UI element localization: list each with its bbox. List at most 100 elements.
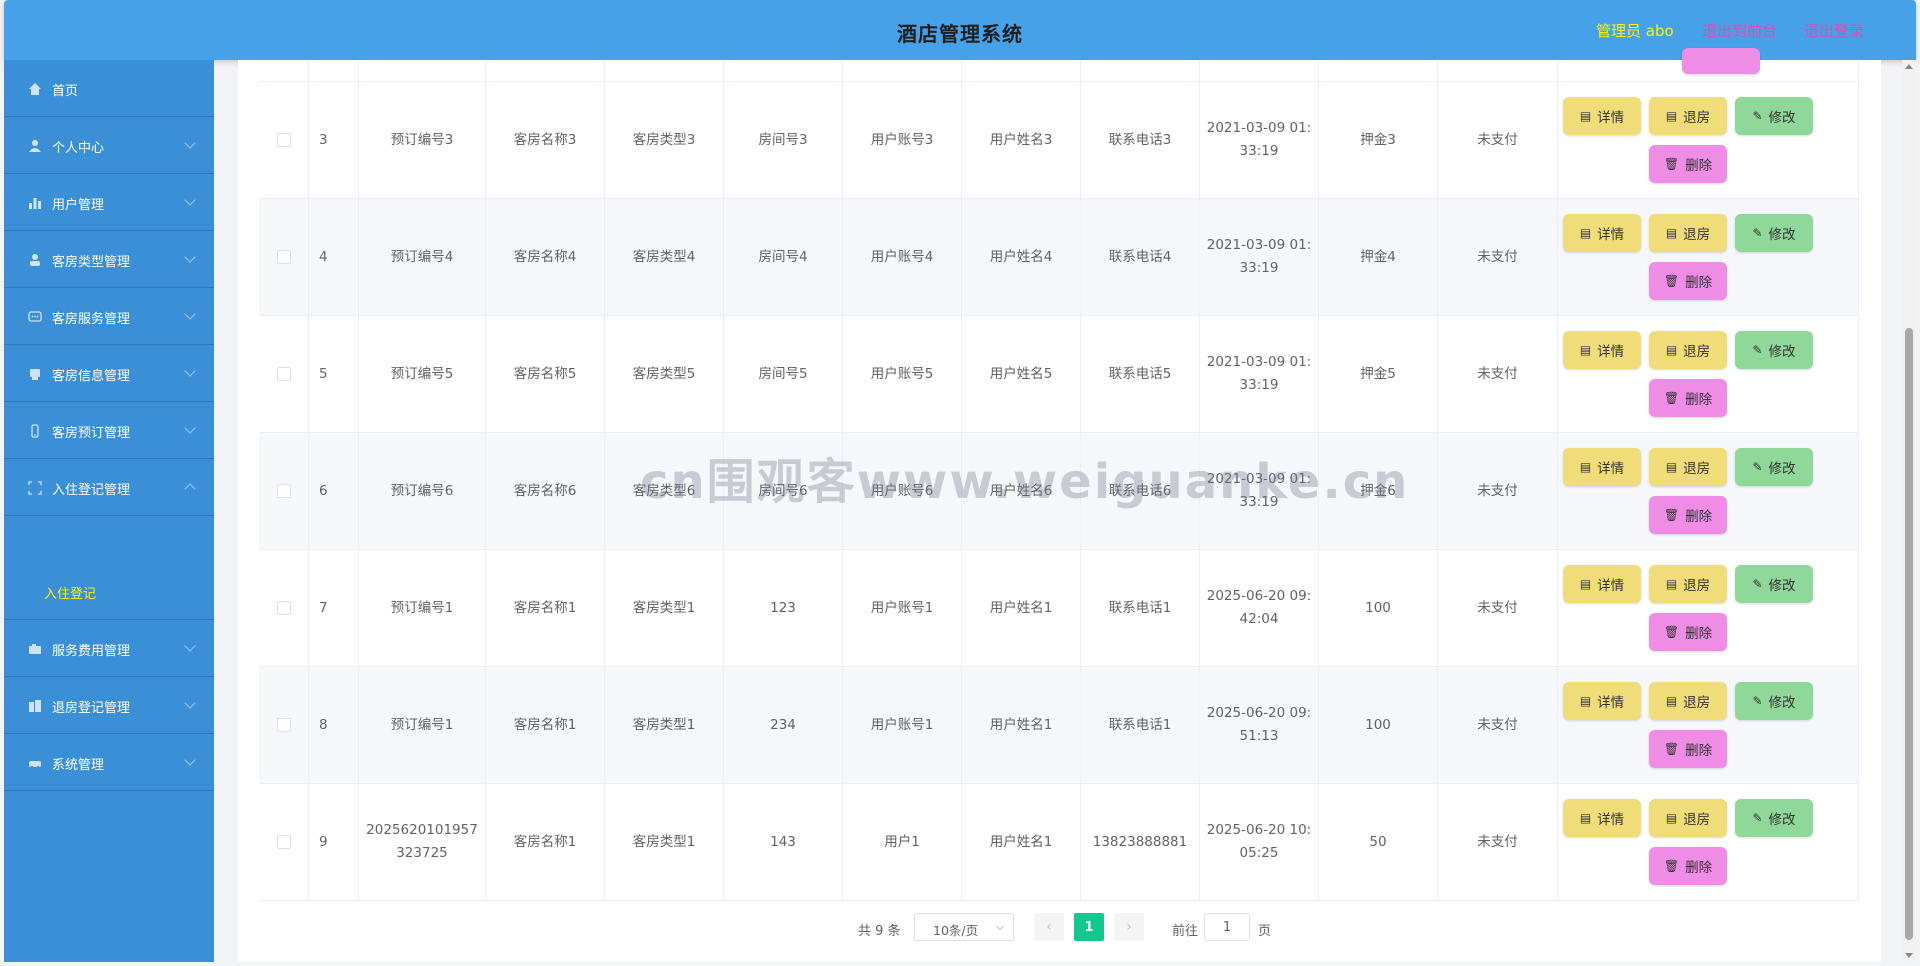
- delete-button[interactable]: 🗑 删除: [1649, 730, 1727, 768]
- room-name-text: 客房名称6: [513, 482, 577, 499]
- goto-page-input[interactable]: 1: [1204, 913, 1250, 941]
- deposit-text: 100: [1365, 716, 1391, 733]
- checkout-button[interactable]: ▤ 退房: [1649, 799, 1727, 837]
- checkbox-cell: [259, 316, 309, 432]
- checkout-button[interactable]: ▤ 退房: [1649, 331, 1727, 369]
- detail-button[interactable]: ▤ 详情: [1563, 214, 1641, 252]
- next-page-button[interactable]: ›: [1114, 913, 1144, 941]
- user-name-cell: 用户姓名1: [962, 550, 1081, 666]
- sidebar-item-label: 客房服务管理: [52, 312, 131, 327]
- chevron-down-icon: [184, 308, 196, 320]
- detail-button[interactable]: ▤ 详情: [1563, 565, 1641, 603]
- edit-button[interactable]: ✎ 修改: [1735, 331, 1813, 369]
- detail-button[interactable]: ▤ 详情: [1563, 682, 1641, 720]
- delete-button[interactable]: 🗑 删除: [1649, 613, 1727, 651]
- sidebar-item-users[interactable]: 用户管理: [4, 174, 214, 231]
- sidebar-item-service-fees[interactable]: 服务费用管理: [4, 620, 214, 677]
- detail-button[interactable]: ▤ 详情: [1563, 331, 1641, 369]
- room-no-cell: 房间号5: [724, 316, 843, 432]
- sidebar-item-room-info[interactable]: 客房信息管理: [4, 345, 214, 402]
- deposit-cell: 押金4: [1319, 199, 1438, 315]
- delete-button-partial[interactable]: [1682, 48, 1760, 74]
- booking-no-cell: 预订编号6: [359, 433, 486, 549]
- index-text: 7: [319, 599, 328, 616]
- deposit-cell: 100: [1319, 550, 1438, 666]
- checkout-button[interactable]: ▤ 退房: [1649, 565, 1727, 603]
- sidebar-item-room-services[interactable]: 客房服务管理: [4, 288, 214, 345]
- sidebar-item-room-booking[interactable]: 客房预订管理: [4, 402, 214, 459]
- scroll-up-icon[interactable]: [1905, 64, 1913, 69]
- trash-icon: 🗑: [1663, 391, 1680, 405]
- checkout-button[interactable]: ▤ 退房: [1649, 448, 1727, 486]
- deposit-cell: 押金3: [1319, 82, 1438, 198]
- edit-button[interactable]: ✎ 修改: [1735, 97, 1813, 135]
- edit-button[interactable]: ✎ 修改: [1735, 799, 1813, 837]
- checkout-button[interactable]: ▤ 退房: [1649, 97, 1727, 135]
- top-header: 酒店管理系统 管理员 abo 退出到前台 退出登录: [4, 0, 1916, 60]
- row-checkbox[interactable]: [276, 835, 291, 849]
- edit-button[interactable]: ✎ 修改: [1735, 682, 1813, 720]
- row-checkbox[interactable]: [276, 484, 291, 498]
- page-size-select[interactable]: 10条/页: [914, 913, 1014, 941]
- scroll-down-icon[interactable]: [1905, 953, 1913, 958]
- delete-button[interactable]: 🗑 删除: [1649, 145, 1727, 183]
- detail-button[interactable]: ▤ 详情: [1563, 97, 1641, 135]
- payment-status-cell: 未支付: [1438, 199, 1558, 315]
- user-name-cell: 用户姓名3: [962, 82, 1081, 198]
- detail-button[interactable]: ▤ 详情: [1563, 448, 1641, 486]
- sidebar-item-label: 服务费用管理: [52, 644, 131, 659]
- phone-text: 联系电话3: [1108, 131, 1172, 148]
- edit-button[interactable]: ✎ 修改: [1735, 565, 1813, 603]
- sidebar-item-label: 入住登记管理: [52, 483, 131, 498]
- room-no-text: 房间号5: [758, 365, 808, 382]
- scrollbar-thumb[interactable]: [1905, 328, 1913, 940]
- sidebar-item-system[interactable]: 系统管理: [4, 734, 214, 791]
- phone-text: 13823888881: [1092, 833, 1188, 850]
- pagination-total: 共 9 条: [858, 924, 901, 939]
- sidebar-item-personal[interactable]: 个人中心: [4, 117, 214, 174]
- chat-icon: [28, 311, 42, 322]
- row-checkbox[interactable]: [276, 250, 291, 264]
- building-icon: [29, 700, 41, 712]
- phone-cell: 联系电话1: [1081, 550, 1200, 666]
- checkout-button[interactable]: ▤ 退房: [1649, 682, 1727, 720]
- delete-button[interactable]: 🗑 删除: [1649, 847, 1727, 885]
- sidebar-item-label: 客房预订管理: [52, 426, 131, 441]
- sidebar-item-home[interactable]: 首页: [4, 60, 214, 117]
- row-checkbox[interactable]: [276, 601, 291, 615]
- chevron-down-icon: [184, 365, 196, 377]
- current-page-button[interactable]: 1: [1074, 913, 1104, 941]
- delete-button[interactable]: 🗑 删除: [1649, 379, 1727, 417]
- phone-text: 联系电话5: [1108, 365, 1172, 382]
- room-type-text: 客房类型3: [632, 131, 696, 148]
- edit-button[interactable]: ✎ 修改: [1735, 214, 1813, 252]
- index-text: 6: [319, 482, 328, 499]
- detail-button[interactable]: ▤ 详情: [1563, 799, 1641, 837]
- sidebar-item-label: 首页: [52, 84, 79, 99]
- vertical-scrollbar[interactable]: [1902, 60, 1916, 962]
- edit-button-label: 修改: [1768, 812, 1796, 828]
- edit-button[interactable]: ✎ 修改: [1735, 448, 1813, 486]
- exit-to-front-link[interactable]: 退出到前台: [1702, 20, 1777, 41]
- payment-status-text: 未支付: [1477, 716, 1518, 733]
- prev-page-button[interactable]: ‹: [1034, 913, 1064, 941]
- row-checkbox[interactable]: [276, 367, 291, 381]
- sidebar-item-checkin[interactable]: 入住登记管理: [4, 459, 214, 516]
- row-checkbox[interactable]: [276, 133, 291, 147]
- row-checkbox[interactable]: [276, 718, 291, 732]
- delete-button[interactable]: 🗑 删除: [1649, 496, 1727, 534]
- user-account-text: 用户账号5: [870, 365, 934, 382]
- checkout-button[interactable]: ▤ 退房: [1649, 214, 1727, 252]
- checkin-time-cell: 2021-03-09 01:33:19: [1200, 82, 1319, 198]
- logout-link[interactable]: 退出登录: [1804, 20, 1864, 41]
- sidebar-subitem-checkin[interactable]: 入住登记: [4, 564, 214, 620]
- room-no-cell: 143: [724, 784, 843, 900]
- checkbox-cell: [259, 550, 309, 666]
- checkout-button-label: 退房: [1683, 578, 1711, 594]
- sidebar-item-checkout[interactable]: 退房登记管理: [4, 677, 214, 734]
- booking-no-text: 预订编号6: [390, 482, 454, 499]
- room-no-text: 123: [770, 599, 796, 616]
- document-icon: ▤: [1665, 577, 1678, 591]
- sidebar-item-room-types[interactable]: 客房类型管理: [4, 231, 214, 288]
- delete-button[interactable]: 🗑 删除: [1649, 262, 1727, 300]
